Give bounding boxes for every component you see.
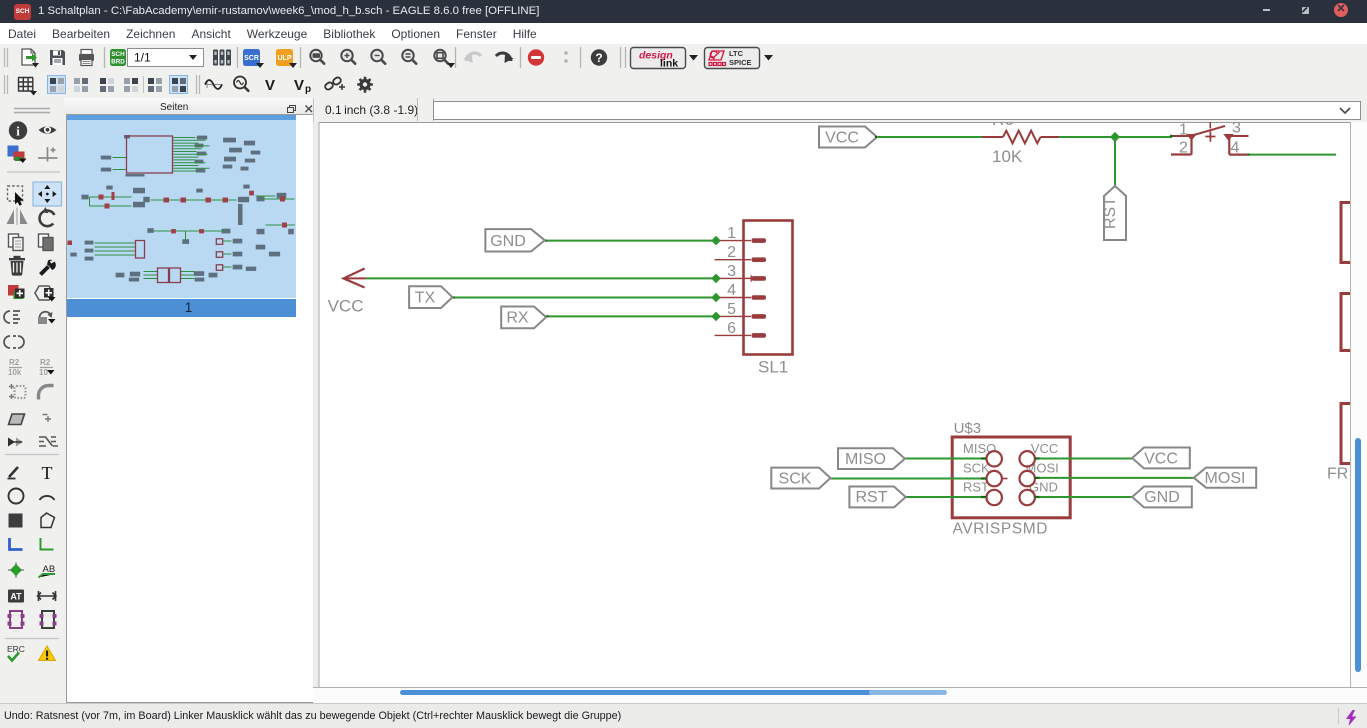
svg-text:R2: R2 (9, 358, 20, 367)
svg-text:V: V (294, 77, 304, 94)
svg-text:RST: RST (856, 489, 888, 506)
svg-text:SCR: SCR (244, 55, 259, 62)
svg-text:VCC: VCC (328, 297, 364, 316)
svg-text:VCC: VCC (1144, 450, 1178, 467)
svg-text:GND: GND (490, 233, 526, 250)
svg-text:MISO: MISO (845, 451, 886, 468)
svg-text:SCK: SCK (779, 470, 812, 487)
svg-text:RX: RX (506, 310, 529, 327)
svg-text:ERC: ERC (7, 644, 25, 654)
svg-text:10: 10 (39, 368, 48, 377)
svg-text:ULP: ULP (278, 55, 292, 62)
svg-text:VCC: VCC (1031, 441, 1058, 456)
svg-text:TX: TX (415, 290, 436, 307)
svg-text:BRD: BRD (111, 59, 125, 66)
svg-text:1/1: 1/1 (134, 51, 151, 65)
svg-text:i: i (16, 124, 20, 139)
svg-text:AT: AT (10, 592, 22, 602)
svg-text:6: 6 (727, 320, 736, 337)
svg-text:link: link (660, 58, 678, 70)
svg-text:4: 4 (727, 282, 736, 299)
svg-text:RST: RST (1102, 197, 1119, 229)
svg-text:T: T (42, 463, 53, 483)
svg-text:MOSI: MOSI (1205, 470, 1246, 487)
svg-text:SCK: SCK (963, 460, 990, 475)
svg-text:AVRISPSMD: AVRISPSMD (953, 521, 1049, 538)
svg-text:U$3: U$3 (954, 420, 982, 437)
svg-text:10k: 10k (8, 368, 22, 377)
svg-text:?: ? (595, 51, 602, 65)
svg-text:SL1: SL1 (758, 358, 788, 377)
svg-text:R6: R6 (992, 122, 1014, 129)
svg-text:RST: RST (963, 480, 989, 495)
svg-text:FR: FR (1327, 466, 1348, 483)
svg-text:R2: R2 (40, 358, 51, 367)
svg-text:1: 1 (727, 225, 736, 242)
svg-text:5: 5 (727, 301, 736, 318)
svg-text:p: p (305, 84, 311, 95)
svg-text:VCC: VCC (825, 130, 859, 147)
svg-text:SCH: SCH (111, 51, 125, 58)
svg-text:2: 2 (727, 244, 736, 261)
svg-text:V: V (265, 77, 275, 94)
svg-text:3: 3 (727, 263, 736, 280)
svg-text:SPICE: SPICE (729, 58, 752, 67)
svg-text:GND: GND (1144, 489, 1180, 506)
svg-text:10K: 10K (992, 147, 1023, 166)
svg-text:LTC: LTC (729, 49, 744, 58)
